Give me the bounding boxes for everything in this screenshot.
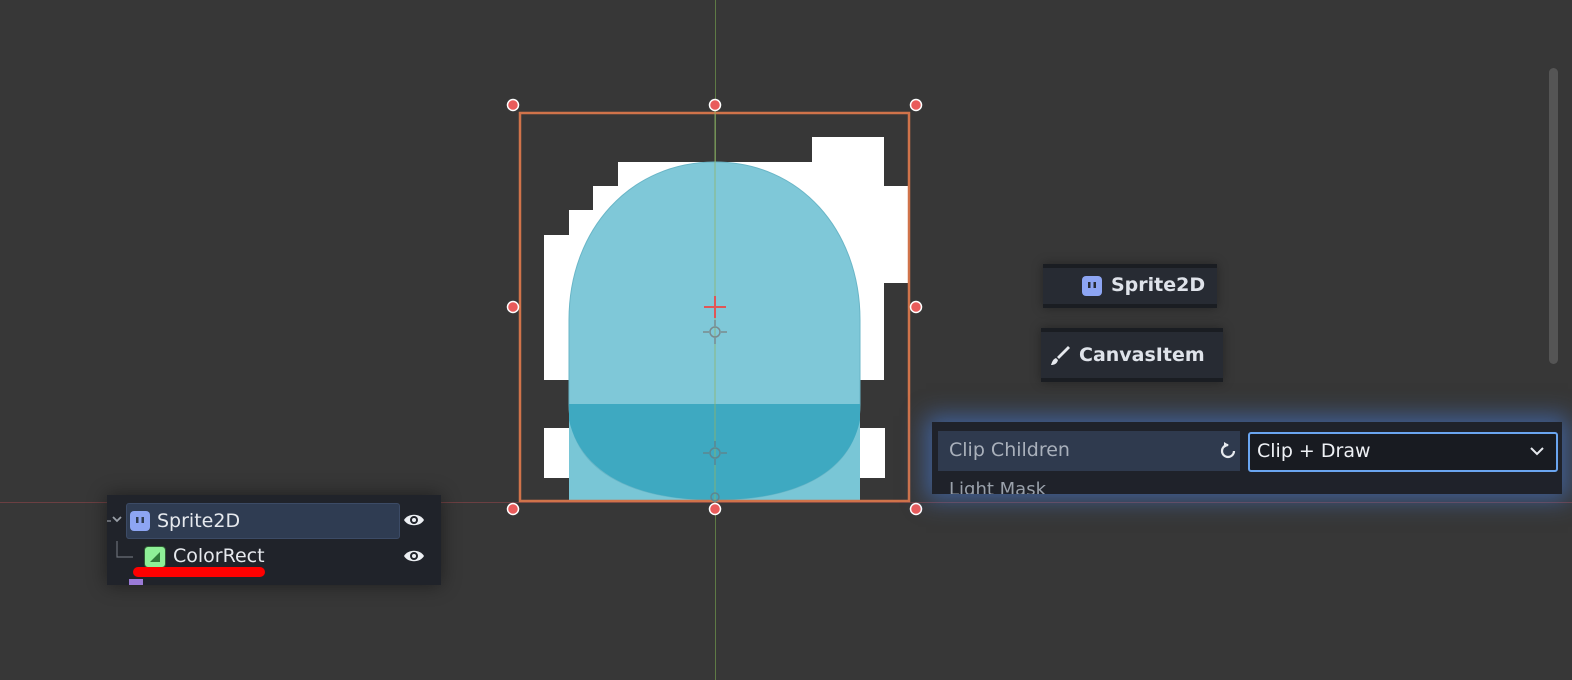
revert-icon[interactable]	[1217, 440, 1239, 466]
handle-bottom-left	[506, 502, 520, 516]
clip-children-dropdown[interactable]: Clip + Draw	[1248, 432, 1558, 472]
collapse-chevron-icon	[112, 516, 122, 523]
handle-top-right	[909, 98, 923, 112]
class-header-label: Sprite2D	[1111, 274, 1206, 296]
brush-icon	[1049, 344, 1071, 370]
annotation-underline	[133, 567, 265, 577]
tree-item-colorrect[interactable]: ColorRect	[173, 544, 265, 568]
handle-right	[909, 300, 923, 314]
inspector-class-header-sprite2d[interactable]: Sprite2D	[1043, 264, 1217, 308]
chevron-down-icon	[1528, 442, 1546, 464]
handle-bottom	[708, 502, 722, 516]
handle-left	[506, 300, 520, 314]
sprite2d-icon	[1082, 276, 1102, 296]
tree-item-sprite2d[interactable]: Sprite2D	[126, 503, 400, 539]
handle-top-left	[506, 98, 520, 112]
tree-item-label: Sprite2D	[157, 510, 241, 532]
property-label: Clip Children	[949, 439, 1070, 461]
handle-bottom-right	[909, 502, 923, 516]
clip-children-property: Clip Children Clip + Draw Light Mask	[932, 422, 1562, 494]
colorrect-icon	[144, 546, 166, 568]
scene-tree-panel: Sprite2D ColorRect	[107, 495, 441, 585]
dropdown-value: Clip + Draw	[1257, 440, 1371, 462]
handle-top	[708, 98, 722, 112]
visibility-eye-icon[interactable]	[403, 545, 425, 567]
class-header-label: CanvasItem	[1079, 344, 1205, 366]
sprite2d-icon	[130, 511, 150, 531]
property-label-light-mask[interactable]: Light Mask	[949, 479, 1046, 494]
inspector-class-header-canvasitem[interactable]: CanvasItem	[1041, 328, 1223, 382]
next-node-icon	[129, 579, 143, 585]
property-label-cell: Clip Children	[938, 431, 1240, 471]
visibility-eye-icon[interactable]	[403, 509, 425, 531]
